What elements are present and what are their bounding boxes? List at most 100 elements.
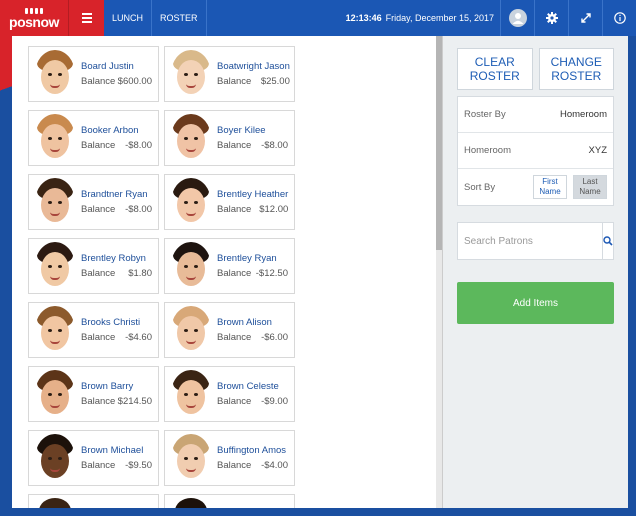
patron-card[interactable]: Brentley Ryan Balance -$12.50	[164, 238, 295, 294]
balance-value: -$9.50	[125, 460, 152, 471]
balance-value: -$8.00	[125, 204, 152, 215]
balance-value: $12.00	[259, 204, 289, 215]
homeroom-row[interactable]: Homeroom XYZ	[458, 133, 613, 169]
balance-value: -$12.50	[255, 268, 288, 279]
info-icon	[613, 12, 626, 24]
add-items-button[interactable]: Add Items	[457, 282, 614, 324]
user-account-button[interactable]	[500, 0, 534, 36]
logo-bars-icon	[25, 7, 43, 14]
scrollbar-track[interactable]	[436, 36, 442, 508]
posnow-logo[interactable]: posnow	[0, 0, 68, 36]
change-roster-button[interactable]: CHANGE ROSTER	[538, 48, 614, 90]
patron-name: Brown Michael	[81, 445, 144, 456]
patron-photo	[171, 434, 211, 482]
clear-roster-button[interactable]: CLEAR ROSTER	[457, 48, 533, 90]
balance-value: $214.50	[117, 396, 152, 407]
sort-last-name-button[interactable]: Last Name	[573, 175, 607, 199]
nav-lunch[interactable]: LUNCH	[104, 0, 153, 36]
roster-settings-panel: Roster By Homeroom Homeroom XYZ Sort By …	[457, 96, 614, 206]
patron-name: Board Justin	[81, 61, 134, 72]
balance-label: Balance	[217, 332, 252, 343]
patron-photo	[35, 50, 75, 98]
patron-card[interactable]: Brown Barry Balance $214.50	[28, 366, 159, 422]
patron-list: Board Justin Balance $600.00 Boatwright Jas…	[12, 36, 442, 508]
balance-label: Balance	[217, 268, 252, 279]
settings-button[interactable]	[534, 0, 568, 36]
search-icon	[603, 236, 613, 246]
patron-card-partial[interactable]	[28, 494, 159, 508]
fullscreen-button[interactable]	[568, 0, 602, 36]
top-bar: posnow LUNCH ROSTER 12:13:46 Friday, Dec…	[0, 0, 636, 36]
patron-photo	[171, 50, 211, 98]
balance-value: -$4.60	[125, 332, 152, 343]
clock-time: 12:13:46	[345, 13, 382, 23]
patron-card[interactable]: Brown Alison Balance -$6.00	[164, 302, 295, 358]
patron-photo	[35, 242, 75, 290]
balance-value: -$4.00	[261, 460, 288, 471]
search-input[interactable]	[458, 223, 602, 259]
main-content: Board Justin Balance $600.00 Boatwright Jas…	[12, 36, 628, 508]
balance-label: Balance	[217, 76, 252, 87]
patron-card[interactable]: Brown Celeste Balance -$9.00	[164, 366, 295, 422]
sort-first-name-button[interactable]: First Name	[533, 175, 567, 199]
patron-card[interactable]: Brentley Heather Balance $12.00	[164, 174, 295, 230]
roster-by-row[interactable]: Roster By Homeroom	[458, 97, 613, 133]
patron-card[interactable]: Booker Arbon Balance -$8.00	[28, 110, 159, 166]
balance-label: Balance	[81, 268, 116, 279]
scrollbar-thumb[interactable]	[436, 36, 442, 250]
balance-value: -$8.00	[125, 140, 152, 151]
balance-label: Balance	[81, 76, 116, 87]
patron-card[interactable]: Brooks Christi Balance -$4.60	[28, 302, 159, 358]
balance-value: $1.80	[128, 268, 152, 279]
gear-icon	[545, 12, 558, 24]
balance-label: Balance	[217, 396, 252, 407]
homeroom-value: XYZ	[588, 145, 607, 156]
bottom-border	[12, 508, 628, 516]
logo-text: posnow	[9, 13, 59, 30]
hamburger-icon	[81, 11, 92, 25]
patron-photo	[171, 242, 211, 290]
patron-name: Brentley Heather	[217, 189, 289, 200]
patron-photo	[171, 370, 211, 418]
patron-photo	[35, 306, 75, 354]
patron-card[interactable]: Board Justin Balance $600.00	[28, 46, 159, 102]
patron-name: Buffington Amos	[217, 445, 287, 456]
patron-photo	[171, 178, 211, 226]
patron-photo	[35, 114, 75, 162]
roster-sidebar: CLEAR ROSTER CHANGE ROSTER Roster By Hom…	[442, 36, 628, 508]
balance-value: $25.00	[260, 76, 290, 87]
patron-name: Boyer Kilee	[217, 125, 266, 136]
patron-card[interactable]: Brentley Robyn Balance $1.80	[28, 238, 159, 294]
patron-card[interactable]: Brandtner Ryan Balance -$8.00	[28, 174, 159, 230]
patron-photo	[35, 434, 75, 482]
patron-card[interactable]: Brown Michael Balance -$9.50	[28, 430, 159, 486]
patron-card-partial[interactable]	[164, 494, 295, 508]
patron-card[interactable]: Buffington Amos Balance -$4.00	[164, 430, 295, 486]
clock-date: Friday, December 15, 2017	[385, 13, 494, 23]
balance-label: Balance	[81, 460, 116, 471]
sort-by-row: Sort By First Name Last Name	[458, 169, 613, 205]
search-button[interactable]	[602, 223, 613, 259]
patron-name: Brown Celeste	[217, 381, 279, 392]
patron-grid: Board Justin Balance $600.00 Boatwright Jas…	[28, 46, 295, 508]
patron-name: Brown Alison	[217, 317, 272, 328]
balance-value: -$8.00	[261, 140, 288, 151]
patron-photo	[171, 114, 211, 162]
menu-button[interactable]	[68, 0, 104, 36]
patron-name: Brentley Robyn	[81, 253, 146, 264]
patron-name: Brentley Ryan	[217, 253, 277, 264]
balance-label: Balance	[217, 140, 252, 151]
balance-label: Balance	[217, 204, 252, 215]
patron-card[interactable]: Boatwright Jason Balance $25.00	[164, 46, 295, 102]
patron-name: Brandtner Ryan	[81, 189, 148, 200]
balance-label: Balance	[81, 204, 116, 215]
patron-card[interactable]: Boyer Kilee Balance -$8.00	[164, 110, 295, 166]
nav-roster[interactable]: ROSTER	[152, 0, 207, 36]
patron-name: Boatwright Jason	[217, 61, 290, 72]
patron-search	[457, 222, 614, 260]
patron-photo	[35, 178, 75, 226]
patron-photo	[171, 306, 211, 354]
balance-label: Balance	[81, 396, 116, 407]
roster-by-label: Roster By	[464, 109, 506, 120]
info-button[interactable]	[602, 0, 636, 36]
